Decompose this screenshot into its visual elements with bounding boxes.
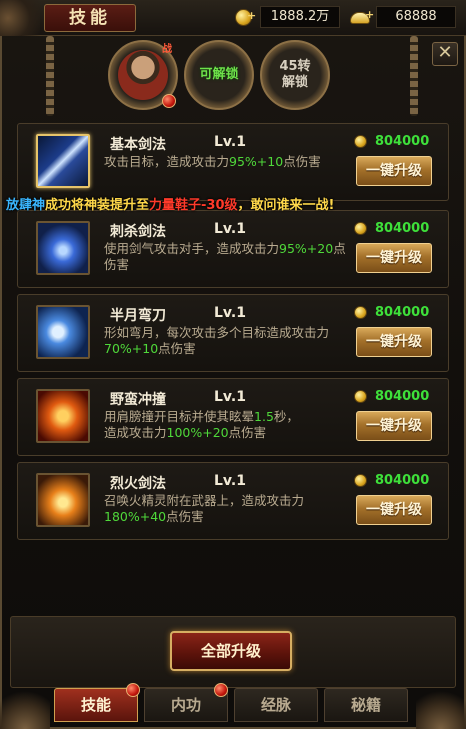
crescent-icon <box>36 305 90 359</box>
coin-icon <box>354 474 367 487</box>
tab-inner-power-notification-dot <box>214 683 228 697</box>
skill-name: 烈火剑法 <box>110 476 166 492</box>
skill-name: 刺杀剑法 <box>110 224 166 240</box>
skill-row-savage-charge[interactable]: 野蛮冲撞 Lv.1 用肩膀撞开目标并使其眩晕1.5秒， 造成攻击力100%+20点… <box>17 378 449 456</box>
ingot-amount: 68888 <box>376 6 456 28</box>
coin-icon <box>354 390 367 403</box>
skill-cost: 804000 <box>354 134 429 149</box>
warrior-portrait <box>118 50 168 100</box>
one-click-upgrade-button[interactable]: 一键升级 <box>356 495 432 525</box>
top-bar: 技能 1888.2万 68888 <box>0 0 466 36</box>
coin-icon <box>354 222 367 235</box>
gold-display[interactable]: 1888.2万 <box>234 6 340 28</box>
one-click-upgrade-button[interactable]: 一键升级 <box>356 327 432 357</box>
tab-skills[interactable]: 技能 <box>54 688 138 722</box>
skill-name: 基本剑法 <box>110 137 166 153</box>
skill-description: 用肩膀撞开目标并使其眩晕1.5秒， 造成攻击力100%+20点伤害 <box>104 409 299 440</box>
ingot-icon[interactable] <box>350 7 374 27</box>
dragon-ornament-left <box>0 689 50 729</box>
one-click-upgrade-button[interactable]: 一键升级 <box>356 411 432 441</box>
character-slot-warrior[interactable]: 战 <box>108 40 178 110</box>
locked-label: 45转 解锁 <box>279 59 311 90</box>
fire-sword-icon <box>36 473 90 527</box>
skill-description: 使用剑气攻击对手，造成攻击力95%+20点伤害 <box>104 241 346 272</box>
blade-icon <box>36 134 90 188</box>
system-broadcast: 放肆神成功将神装提升至力量鞋子-30级，敢问谁来一战! <box>6 198 335 213</box>
coin-icon <box>354 306 367 319</box>
skill-description: 召唤火精灵附在武器上，造成攻击力180%+40点伤害 <box>104 493 305 524</box>
skill-cost: 804000 <box>354 221 429 236</box>
character-slot-unlockable[interactable]: 可解锁 <box>184 40 254 110</box>
unlockable-label: 可解锁 <box>199 67 239 82</box>
skill-row-basic-sword[interactable]: 基本剑法 Lv.1 攻击目标，造成攻击力95%+10点伤害 804000 一键升… <box>17 123 449 201</box>
skill-description: 攻击目标，造成攻击力95%+10点伤害 <box>104 154 321 169</box>
dragon-ornament <box>0 0 40 36</box>
window-title: 技能 <box>44 4 136 32</box>
skill-level: Lv.1 <box>214 134 246 150</box>
skill-name: 半月弯刀 <box>110 308 166 324</box>
close-button[interactable]: ✕ <box>432 42 458 66</box>
tab-secret-manuals[interactable]: 秘籍 <box>324 688 408 722</box>
tab-meridians[interactable]: 经脉 <box>234 688 318 722</box>
one-click-upgrade-button[interactable]: 一键升级 <box>356 243 432 273</box>
skill-level: Lv.1 <box>214 305 246 321</box>
chain-right <box>410 36 418 116</box>
skill-name: 野蛮冲撞 <box>110 392 166 408</box>
charge-icon <box>36 389 90 443</box>
chain-left <box>46 36 54 116</box>
character-slot-locked[interactable]: 45转 解锁 <box>260 40 330 110</box>
skill-cost: 804000 <box>354 389 429 404</box>
dragon-ornament-right <box>416 689 466 729</box>
sword-qi-icon <box>36 221 90 275</box>
skill-level: Lv.1 <box>214 473 246 489</box>
skill-row-blazing-sword[interactable]: 烈火剑法 Lv.1 召唤火精灵附在武器上，造成攻击力180%+40点伤害 804… <box>17 462 449 540</box>
skill-cost: 804000 <box>354 305 429 320</box>
class-badge: 战 <box>162 44 172 55</box>
skill-description: 形如弯月，每次攻击多个目标造成攻击力70%+10点伤害 <box>104 325 330 356</box>
one-click-upgrade-button[interactable]: 一键升级 <box>356 156 432 186</box>
coin-icon <box>354 135 367 148</box>
upgrade-all-button[interactable]: 全部升级 <box>170 631 292 671</box>
skill-cost: 804000 <box>354 473 429 488</box>
ingot-display[interactable]: 68888 <box>350 6 456 28</box>
tab-skills-notification-dot <box>126 683 140 697</box>
skill-row-half-moon-blade[interactable]: 半月弯刀 Lv.1 形如弯月，每次攻击多个目标造成攻击力70%+10点伤害 80… <box>17 294 449 372</box>
broadcast-player-name[interactable]: 放肆神 <box>6 198 45 213</box>
gold-amount: 1888.2万 <box>260 6 340 28</box>
gold-coin-icon[interactable] <box>234 7 256 27</box>
broadcast-item-name[interactable]: 力量鞋子-30级 <box>149 198 238 213</box>
skill-level: Lv.1 <box>214 221 246 237</box>
skill-row-assassinate-sword[interactable]: 刺杀剑法 Lv.1 使用剑气攻击对手，造成攻击力95%+20点伤害 804000… <box>17 210 449 288</box>
notification-dot <box>162 94 176 108</box>
skill-level: Lv.1 <box>214 389 246 405</box>
